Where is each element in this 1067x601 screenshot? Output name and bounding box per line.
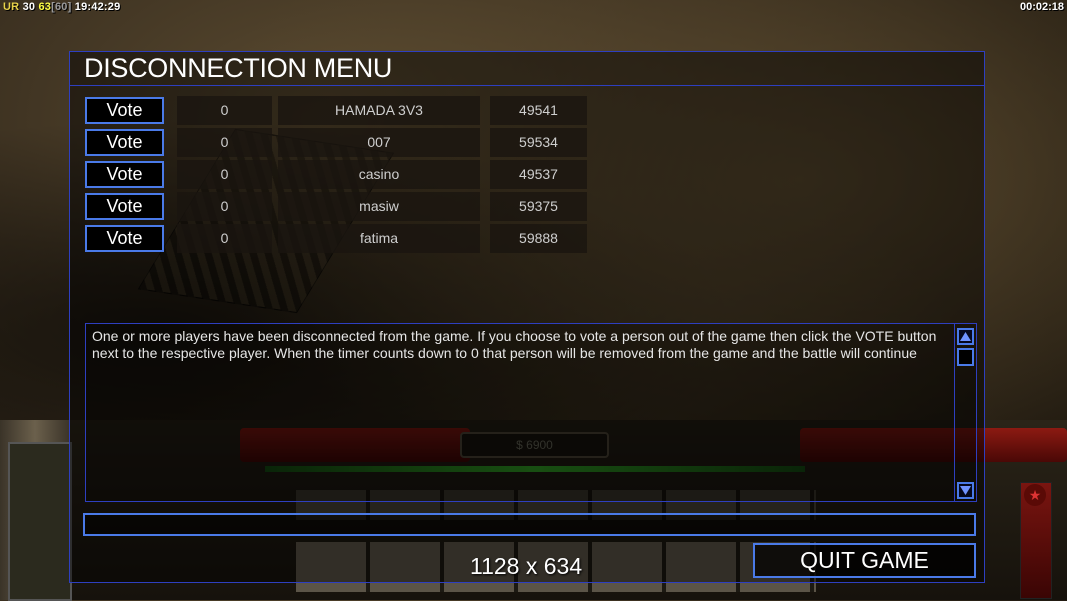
- vote-button[interactable]: Vote: [85, 97, 164, 124]
- player-name: casino: [278, 160, 480, 189]
- vote-count: 0: [177, 224, 272, 253]
- player-name: masiw: [278, 192, 480, 221]
- triangle-up-icon: [960, 332, 971, 341]
- star-icon[interactable]: ★: [1024, 484, 1046, 506]
- vote-button[interactable]: Vote: [85, 161, 164, 188]
- player-timer: 49537: [490, 160, 587, 189]
- render-api: UR: [3, 1, 20, 13]
- dialog-title: DISCONNECTION MENU: [84, 53, 393, 83]
- disconnect-message: One or more players have been disconnect…: [92, 328, 937, 361]
- player-name: fatima: [278, 224, 480, 253]
- player-timer: 59375: [490, 192, 587, 221]
- vote-button[interactable]: Vote: [85, 193, 164, 220]
- chat-input[interactable]: [83, 513, 976, 536]
- scroll-up-button[interactable]: [957, 328, 974, 345]
- vote-count: 0: [177, 96, 272, 125]
- vote-button[interactable]: Vote: [85, 129, 164, 156]
- fps-cap: [60]: [51, 1, 72, 13]
- fps-value: 30: [22, 1, 36, 13]
- frame-value: 63: [38, 1, 52, 13]
- title-divider: [70, 85, 984, 86]
- triangle-down-icon: [960, 486, 971, 495]
- scroll-down-button[interactable]: [957, 482, 974, 499]
- vote-count: 0: [177, 192, 272, 221]
- message-box[interactable]: One or more players have been disconnect…: [85, 323, 977, 502]
- vote-count: 0: [177, 128, 272, 157]
- quit-game-button[interactable]: QUIT GAME: [753, 543, 976, 578]
- vote-button[interactable]: Vote: [85, 225, 164, 252]
- player-name: 007: [278, 128, 480, 157]
- player-timer: 59888: [490, 224, 587, 253]
- scroll-thumb[interactable]: [957, 348, 974, 366]
- player-timer: 59534: [490, 128, 587, 157]
- vote-count: 0: [177, 160, 272, 189]
- player-timer: 49541: [490, 96, 587, 125]
- disconnection-dialog: DISCONNECTION MENU Vote 0 HAMADA 3V3 495…: [69, 51, 985, 583]
- player-name: HAMADA 3V3: [278, 96, 480, 125]
- fps-counter: UR 30 63[60] 19:42:29: [3, 1, 120, 13]
- radar-minimap[interactable]: [8, 442, 72, 601]
- resolution-overlay: 1128 x 634: [470, 553, 583, 579]
- scrollbar[interactable]: [954, 324, 976, 501]
- system-clock: 19:42:29: [74, 1, 121, 13]
- game-timer: 00:02:18: [1019, 1, 1064, 13]
